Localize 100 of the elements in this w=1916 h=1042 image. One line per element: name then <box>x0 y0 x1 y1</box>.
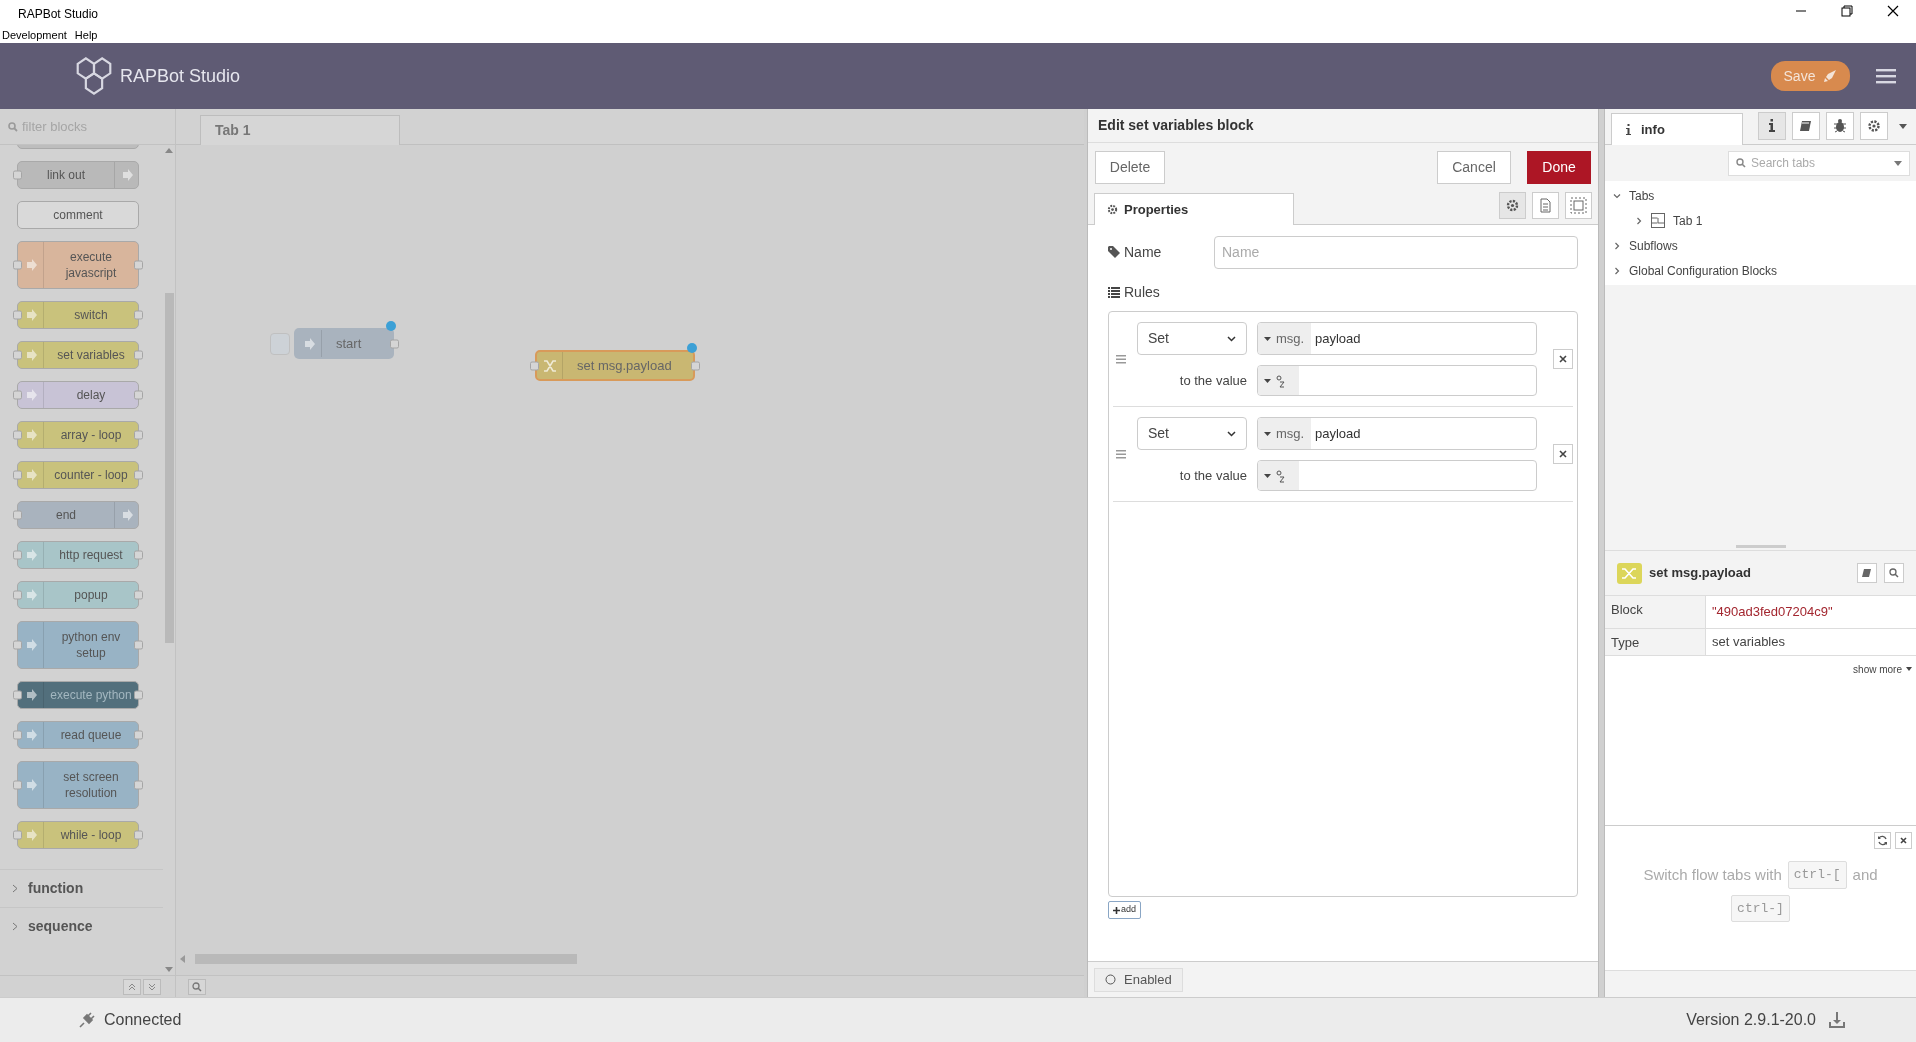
palette-block[interactable]: comment <box>17 201 139 229</box>
properties-tab[interactable]: Properties <box>1094 193 1294 225</box>
delete-button[interactable]: Delete <box>1095 150 1165 184</box>
changed-indicator <box>687 343 697 353</box>
caret-icon <box>1264 431 1271 436</box>
resize-handle[interactable] <box>1735 545 1786 548</box>
menu-item[interactable]: Development <box>0 26 67 44</box>
bug-icon[interactable] <box>1826 112 1854 140</box>
menu-item[interactable]: Help <box>74 26 98 44</box>
info-tab[interactable]: info <box>1611 113 1743 145</box>
info-icon[interactable] <box>1758 112 1786 140</box>
search-icon[interactable] <box>188 978 206 995</box>
output-port <box>134 590 143 600</box>
caret-icon <box>1264 378 1271 383</box>
close-icon[interactable] <box>1895 832 1912 849</box>
rocket-icon <box>1823 69 1838 83</box>
drag-handle-icon[interactable] <box>1116 354 1126 364</box>
caret-icon <box>1264 336 1271 341</box>
input-port <box>13 730 22 740</box>
refresh-icon[interactable] <box>1874 832 1891 849</box>
value-field[interactable] <box>1257 365 1537 396</box>
collapse-all-icon[interactable] <box>143 978 161 995</box>
connection-status: Connected <box>104 1010 182 1030</box>
book-icon[interactable] <box>1792 112 1820 140</box>
show-more-link[interactable]: show more <box>1853 661 1912 677</box>
tree-item[interactable]: Tab 1 <box>1605 208 1916 233</box>
window-title: RAPBot Studio <box>18 5 99 23</box>
output-port <box>134 390 143 400</box>
caret-icon <box>1906 667 1912 671</box>
close-icon[interactable] <box>1553 349 1573 369</box>
close-icon[interactable] <box>1553 444 1573 464</box>
table-cell: Block <box>1605 596 1706 628</box>
output-port <box>134 470 143 480</box>
table-cell-text: "490ad3fed07204c9" <box>1711 603 1834 622</box>
chevron-right-icon <box>12 884 18 893</box>
gear-icon <box>1107 204 1118 215</box>
changed-indicator <box>386 321 396 331</box>
output-port <box>134 430 143 440</box>
drag-handle-icon[interactable] <box>1116 449 1126 459</box>
download-icon[interactable] <box>1828 1011 1846 1029</box>
output-port <box>134 780 143 790</box>
input-port <box>13 780 22 790</box>
chevron-down-icon <box>1227 335 1236 342</box>
flow-icon <box>1651 213 1665 228</box>
input-port <box>13 640 22 650</box>
document-icon[interactable] <box>1532 192 1559 219</box>
tip-text: Switch flow tabs with <box>1643 864 1782 885</box>
input-port <box>13 510 22 520</box>
expand-all-icon[interactable] <box>123 978 141 995</box>
add-button[interactable]: add <box>1108 901 1142 919</box>
chevron-right-icon <box>12 922 18 931</box>
hexagon-logo-icon <box>76 57 112 95</box>
list-icon <box>1108 286 1120 298</box>
input-port <box>13 690 22 700</box>
gear-icon[interactable] <box>1860 112 1888 140</box>
enabled-toggle[interactable]: Enabled <box>1094 967 1183 992</box>
scroll-down-icon <box>165 967 173 973</box>
frame-icon[interactable] <box>1565 192 1592 219</box>
field-label: Name <box>1124 242 1162 262</box>
category-header[interactable]: sequence <box>0 907 163 945</box>
table-cell: Type <box>1605 629 1706 655</box>
tab[interactable]: Tab 1 <box>200 115 400 145</box>
input-port <box>13 310 22 320</box>
app-name: RAPBot Studio <box>120 64 241 88</box>
gear-icon[interactable] <box>1499 192 1526 219</box>
string-type-icon <box>1276 373 1285 388</box>
version-label: Version 2.9.1-20.0 <box>1686 1010 1816 1030</box>
search-icon[interactable] <box>1884 563 1904 583</box>
output-port <box>134 640 143 650</box>
input-port <box>13 470 22 480</box>
keyboard-shortcut: ctrl-[ <box>1787 861 1847 889</box>
tree-item[interactable]: Tabs <box>1605 183 1916 208</box>
target-field[interactable]: msg. payload <box>1257 322 1537 355</box>
action-select[interactable]: Set <box>1137 417 1247 450</box>
input-port <box>13 430 22 440</box>
keyboard-shortcut: ctrl-] <box>1731 894 1790 922</box>
menu-icon[interactable] <box>1876 68 1896 84</box>
search-icon <box>1736 158 1746 168</box>
tree-item[interactable]: Global Configuration Blocks <box>1605 258 1916 283</box>
input-port <box>13 550 22 560</box>
plug-icon <box>78 1011 96 1029</box>
category-header[interactable]: function <box>0 869 163 907</box>
tree-item[interactable]: Subflows <box>1605 233 1916 258</box>
flow-node[interactable]: start <box>294 328 394 359</box>
tag-icon <box>1108 246 1120 258</box>
book-icon[interactable] <box>1857 563 1877 583</box>
flow-node[interactable]: set msg.payload <box>535 350 695 381</box>
name-field[interactable]: Name <box>1214 235 1578 269</box>
field-label: to the value <box>1178 466 1247 485</box>
output-port <box>134 260 143 270</box>
done-button[interactable]: Done <box>1527 150 1591 184</box>
action-select[interactable]: Set <box>1137 322 1247 355</box>
output-port <box>390 339 399 348</box>
cancel-button[interactable]: Cancel <box>1437 150 1511 184</box>
shuffle-icon <box>542 357 557 374</box>
target-field[interactable]: msg. payload <box>1257 417 1537 450</box>
output-port <box>134 350 143 360</box>
tray-title: Edit set variables block <box>1088 109 1598 143</box>
plus-icon <box>1113 906 1120 914</box>
value-field[interactable] <box>1257 460 1537 491</box>
